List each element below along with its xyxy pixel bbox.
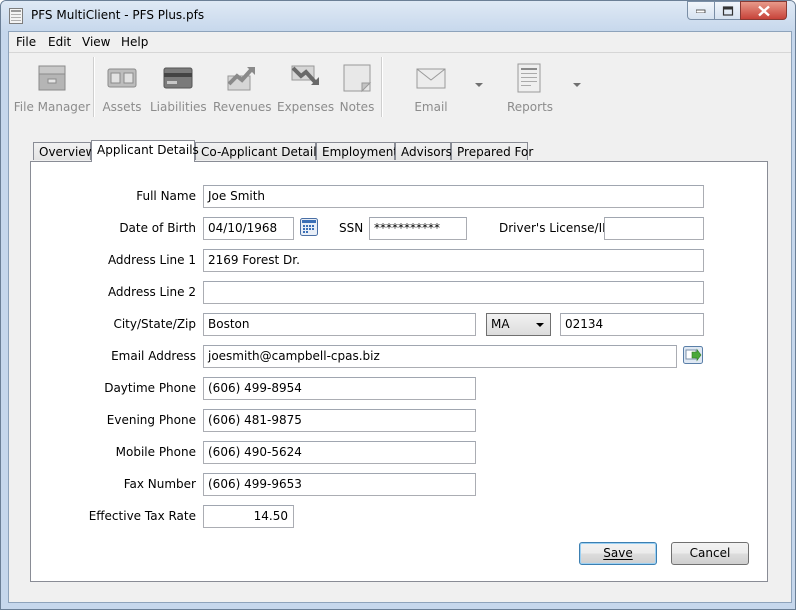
minimize-button[interactable] — [687, 1, 715, 20]
calendar-button[interactable] — [300, 218, 318, 239]
license-label: Driver's License/ID — [499, 221, 612, 235]
menu-edit[interactable]: Edit — [48, 35, 71, 49]
assets-icon — [107, 68, 137, 88]
tab-advisors[interactable]: Advisors — [395, 142, 452, 160]
expenses-icon — [291, 65, 319, 85]
toolbar-expenses[interactable]: Expenses — [277, 58, 334, 116]
liabilities-icon — [163, 67, 192, 89]
window-title: PFS MultiClient - PFS Plus.pfs — [31, 8, 205, 22]
maximize-icon — [722, 5, 733, 16]
full-name-label: Full Name — [136, 189, 196, 203]
dob-label: Date of Birth — [119, 221, 196, 235]
revenues-icon — [227, 67, 255, 91]
address1-label: Address Line 1 — [107, 253, 196, 267]
email-icon — [416, 68, 446, 89]
ssn-label: SSN — [339, 221, 364, 235]
city-state-zip-label: City/State/Zip — [113, 317, 196, 331]
calendar-icon — [300, 218, 318, 236]
zip-field[interactable]: 02134 — [560, 313, 704, 336]
menu-file[interactable]: File — [16, 35, 36, 49]
evening-phone-field[interactable]: (606) 481-9875 — [203, 409, 476, 432]
state-value: MA — [491, 317, 510, 331]
file-manager-icon — [38, 65, 66, 91]
save-button[interactable]: Save — [579, 542, 657, 565]
toolbar: File Manager Assets Liabilities Revenues… — [9, 53, 791, 121]
ssn-field[interactable]: *********** — [369, 217, 467, 240]
full-name-field[interactable]: Joe Smith — [203, 185, 704, 208]
email-label: Email Address — [111, 349, 196, 363]
chevron-down-icon — [536, 323, 544, 327]
cancel-button-label: Cancel — [689, 546, 731, 560]
notes-icon — [343, 64, 372, 93]
tax-rate-field[interactable]: 14.50 — [203, 505, 294, 528]
app-icon — [9, 8, 23, 24]
reports-dropdown-arrow[interactable] — [573, 83, 581, 87]
license-field[interactable] — [604, 217, 704, 240]
address1-field[interactable]: 2169 Forest Dr. — [203, 249, 704, 272]
state-select[interactable]: MA — [486, 313, 551, 336]
toolbar-revenues[interactable]: Revenues — [213, 58, 272, 116]
mobile-phone-field[interactable]: (606) 490-5624 — [203, 441, 476, 464]
tab-applicant-details[interactable]: Applicant Details — [91, 140, 199, 162]
menu-view[interactable]: View — [82, 35, 110, 49]
address2-field[interactable] — [203, 281, 704, 304]
fax-field[interactable]: (606) 499-9653 — [203, 473, 476, 496]
address2-label: Address Line 2 — [107, 285, 196, 299]
tax-rate-label: Effective Tax Rate — [88, 509, 196, 523]
title-bar[interactable]: PFS MultiClient - PFS Plus.pfs — [1, 1, 795, 31]
tab-employment[interactable]: Employment — [316, 142, 398, 160]
toolbar-file-manager[interactable]: File Manager — [13, 58, 91, 116]
tab-overview[interactable]: Overview — [33, 142, 96, 160]
daytime-phone-field[interactable]: (606) 499-8954 — [203, 377, 476, 400]
email-dropdown-arrow[interactable] — [475, 83, 483, 87]
city-field[interactable]: Boston — [203, 313, 476, 336]
save-button-label: Save — [603, 546, 633, 560]
toolbar-assets[interactable]: Assets — [102, 58, 142, 116]
fax-label: Fax Number — [123, 477, 196, 491]
close-button[interactable] — [740, 1, 787, 20]
toolbar-reports[interactable]: Reports — [507, 58, 553, 116]
email-field[interactable]: joesmith@campbell-cpas.biz — [203, 345, 677, 368]
mobile-phone-label: Mobile Phone — [115, 445, 196, 459]
toolbar-liabilities[interactable]: Liabilities — [150, 58, 207, 116]
cancel-button[interactable]: Cancel — [671, 542, 749, 565]
toolbar-notes[interactable]: Notes — [339, 58, 375, 116]
send-email-button[interactable] — [683, 346, 703, 367]
menu-help[interactable]: Help — [121, 35, 148, 49]
tab-co-applicant-details[interactable]: Co-Applicant Details — [195, 142, 323, 160]
tab-prepared-for[interactable]: Prepared For — [451, 142, 533, 160]
dob-field[interactable]: 04/10/1968 — [203, 217, 294, 240]
daytime-phone-label: Daytime Phone — [104, 381, 196, 395]
menu-bar: File Edit View Help — [9, 32, 791, 53]
send-email-icon — [683, 346, 703, 364]
maximize-button[interactable] — [714, 1, 741, 20]
client-area: File Edit View Help File Manager Assets … — [8, 31, 792, 603]
toolbar-email[interactable]: Email — [409, 58, 453, 116]
reports-icon — [517, 63, 541, 93]
toolbar-separator — [381, 57, 383, 117]
minimize-icon — [696, 9, 706, 13]
applicant-details-panel: Full Name Joe Smith Date of Birth 04/10/… — [30, 161, 768, 582]
close-icon — [757, 5, 770, 16]
toolbar-separator — [93, 57, 95, 117]
app-window: PFS MultiClient - PFS Plus.pfs File Edit… — [0, 0, 796, 610]
evening-phone-label: Evening Phone — [106, 413, 196, 427]
